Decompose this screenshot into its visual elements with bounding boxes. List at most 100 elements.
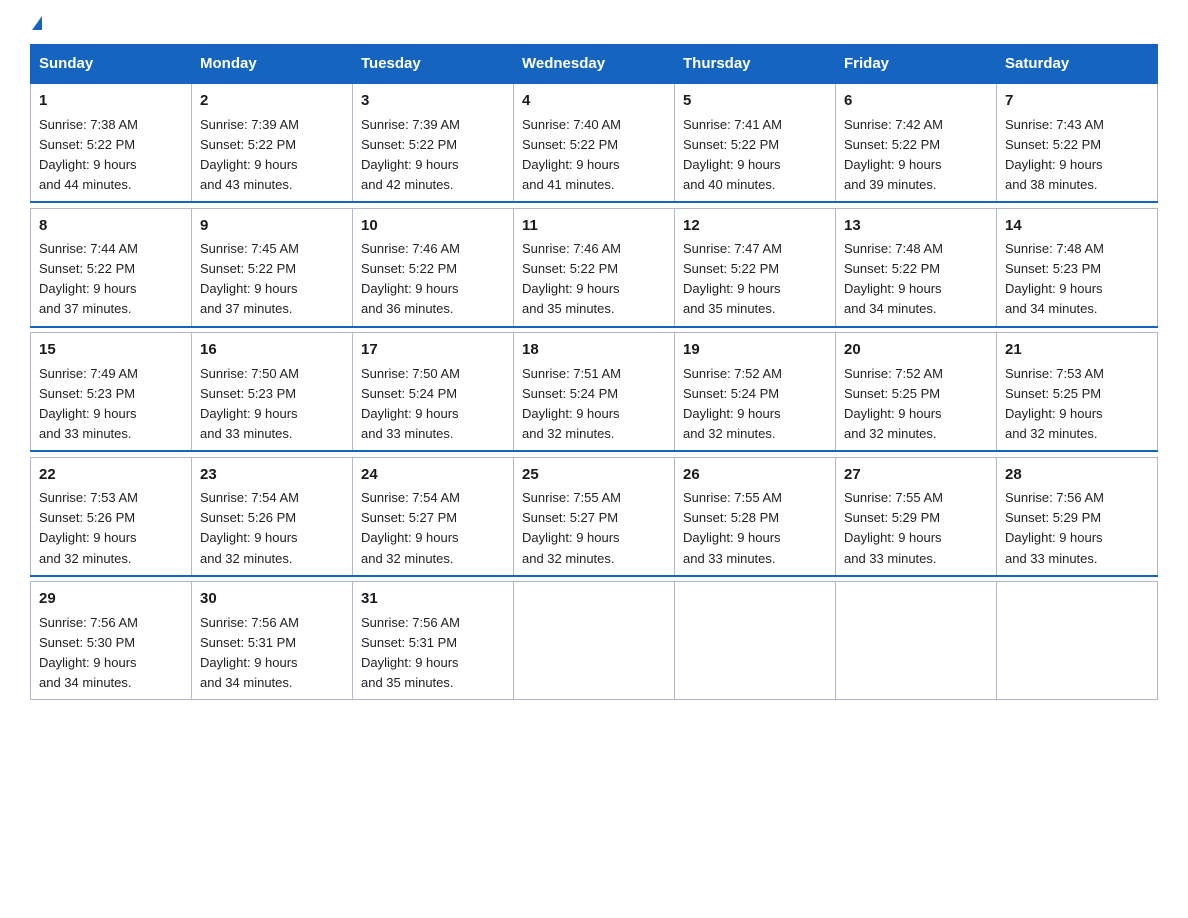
column-header-friday: Friday (836, 45, 997, 84)
day-number: 2 (200, 90, 344, 113)
day-number: 31 (361, 588, 505, 611)
day-info: Sunrise: 7:40 AMSunset: 5:22 PMDaylight:… (522, 115, 666, 196)
calendar-cell: 20Sunrise: 7:52 AMSunset: 5:25 PMDayligh… (836, 333, 997, 452)
day-info: Sunrise: 7:52 AMSunset: 5:25 PMDaylight:… (844, 364, 988, 445)
day-info: Sunrise: 7:56 AMSunset: 5:31 PMDaylight:… (361, 613, 505, 694)
calendar-cell: 22Sunrise: 7:53 AMSunset: 5:26 PMDayligh… (31, 457, 192, 576)
day-info: Sunrise: 7:53 AMSunset: 5:25 PMDaylight:… (1005, 364, 1149, 445)
calendar-cell: 27Sunrise: 7:55 AMSunset: 5:29 PMDayligh… (836, 457, 997, 576)
day-info: Sunrise: 7:55 AMSunset: 5:29 PMDaylight:… (844, 488, 988, 569)
day-info: Sunrise: 7:50 AMSunset: 5:23 PMDaylight:… (200, 364, 344, 445)
day-info: Sunrise: 7:49 AMSunset: 5:23 PMDaylight:… (39, 364, 183, 445)
calendar-cell: 7Sunrise: 7:43 AMSunset: 5:22 PMDaylight… (997, 83, 1158, 202)
day-info: Sunrise: 7:46 AMSunset: 5:22 PMDaylight:… (361, 239, 505, 320)
column-header-monday: Monday (192, 45, 353, 84)
calendar-cell: 23Sunrise: 7:54 AMSunset: 5:26 PMDayligh… (192, 457, 353, 576)
calendar-week-row: 22Sunrise: 7:53 AMSunset: 5:26 PMDayligh… (31, 457, 1158, 576)
calendar-table: SundayMondayTuesdayWednesdayThursdayFrid… (30, 44, 1158, 700)
day-info: Sunrise: 7:52 AMSunset: 5:24 PMDaylight:… (683, 364, 827, 445)
day-info: Sunrise: 7:38 AMSunset: 5:22 PMDaylight:… (39, 115, 183, 196)
day-info: Sunrise: 7:47 AMSunset: 5:22 PMDaylight:… (683, 239, 827, 320)
column-header-wednesday: Wednesday (514, 45, 675, 84)
day-info: Sunrise: 7:44 AMSunset: 5:22 PMDaylight:… (39, 239, 183, 320)
calendar-cell: 14Sunrise: 7:48 AMSunset: 5:23 PMDayligh… (997, 208, 1158, 327)
column-header-tuesday: Tuesday (353, 45, 514, 84)
day-number: 6 (844, 90, 988, 113)
calendar-cell: 26Sunrise: 7:55 AMSunset: 5:28 PMDayligh… (675, 457, 836, 576)
day-number: 25 (522, 464, 666, 487)
calendar-cell: 28Sunrise: 7:56 AMSunset: 5:29 PMDayligh… (997, 457, 1158, 576)
calendar-cell: 11Sunrise: 7:46 AMSunset: 5:22 PMDayligh… (514, 208, 675, 327)
day-number: 13 (844, 215, 988, 238)
calendar-cell: 12Sunrise: 7:47 AMSunset: 5:22 PMDayligh… (675, 208, 836, 327)
calendar-cell: 25Sunrise: 7:55 AMSunset: 5:27 PMDayligh… (514, 457, 675, 576)
day-info: Sunrise: 7:48 AMSunset: 5:23 PMDaylight:… (1005, 239, 1149, 320)
calendar-cell (675, 582, 836, 700)
day-info: Sunrise: 7:51 AMSunset: 5:24 PMDaylight:… (522, 364, 666, 445)
day-info: Sunrise: 7:42 AMSunset: 5:22 PMDaylight:… (844, 115, 988, 196)
day-info: Sunrise: 7:54 AMSunset: 5:27 PMDaylight:… (361, 488, 505, 569)
calendar-cell (997, 582, 1158, 700)
calendar-week-row: 29Sunrise: 7:56 AMSunset: 5:30 PMDayligh… (31, 582, 1158, 700)
day-number: 1 (39, 90, 183, 113)
day-number: 27 (844, 464, 988, 487)
calendar-cell: 17Sunrise: 7:50 AMSunset: 5:24 PMDayligh… (353, 333, 514, 452)
calendar-cell: 16Sunrise: 7:50 AMSunset: 5:23 PMDayligh… (192, 333, 353, 452)
calendar-cell: 13Sunrise: 7:48 AMSunset: 5:22 PMDayligh… (836, 208, 997, 327)
calendar-cell: 1Sunrise: 7:38 AMSunset: 5:22 PMDaylight… (31, 83, 192, 202)
day-info: Sunrise: 7:39 AMSunset: 5:22 PMDaylight:… (361, 115, 505, 196)
day-number: 19 (683, 339, 827, 362)
calendar-week-row: 15Sunrise: 7:49 AMSunset: 5:23 PMDayligh… (31, 333, 1158, 452)
calendar-cell: 5Sunrise: 7:41 AMSunset: 5:22 PMDaylight… (675, 83, 836, 202)
calendar-cell: 24Sunrise: 7:54 AMSunset: 5:27 PMDayligh… (353, 457, 514, 576)
day-number: 15 (39, 339, 183, 362)
page-header (30, 20, 1158, 34)
logo-triangle-icon (32, 16, 42, 30)
day-number: 7 (1005, 90, 1149, 113)
calendar-cell: 6Sunrise: 7:42 AMSunset: 5:22 PMDaylight… (836, 83, 997, 202)
day-info: Sunrise: 7:56 AMSunset: 5:30 PMDaylight:… (39, 613, 183, 694)
day-number: 20 (844, 339, 988, 362)
day-info: Sunrise: 7:46 AMSunset: 5:22 PMDaylight:… (522, 239, 666, 320)
column-header-thursday: Thursday (675, 45, 836, 84)
day-info: Sunrise: 7:53 AMSunset: 5:26 PMDaylight:… (39, 488, 183, 569)
day-info: Sunrise: 7:39 AMSunset: 5:22 PMDaylight:… (200, 115, 344, 196)
day-number: 10 (361, 215, 505, 238)
day-info: Sunrise: 7:55 AMSunset: 5:28 PMDaylight:… (683, 488, 827, 569)
day-number: 26 (683, 464, 827, 487)
calendar-cell: 8Sunrise: 7:44 AMSunset: 5:22 PMDaylight… (31, 208, 192, 327)
calendar-header-row: SundayMondayTuesdayWednesdayThursdayFrid… (31, 45, 1158, 84)
day-info: Sunrise: 7:55 AMSunset: 5:27 PMDaylight:… (522, 488, 666, 569)
column-header-saturday: Saturday (997, 45, 1158, 84)
day-number: 23 (200, 464, 344, 487)
day-number: 24 (361, 464, 505, 487)
calendar-cell: 3Sunrise: 7:39 AMSunset: 5:22 PMDaylight… (353, 83, 514, 202)
day-number: 30 (200, 588, 344, 611)
day-number: 11 (522, 215, 666, 238)
day-number: 18 (522, 339, 666, 362)
calendar-cell: 30Sunrise: 7:56 AMSunset: 5:31 PMDayligh… (192, 582, 353, 700)
calendar-cell: 19Sunrise: 7:52 AMSunset: 5:24 PMDayligh… (675, 333, 836, 452)
day-info: Sunrise: 7:43 AMSunset: 5:22 PMDaylight:… (1005, 115, 1149, 196)
day-number: 21 (1005, 339, 1149, 362)
day-number: 4 (522, 90, 666, 113)
calendar-week-row: 1Sunrise: 7:38 AMSunset: 5:22 PMDaylight… (31, 83, 1158, 202)
column-header-sunday: Sunday (31, 45, 192, 84)
day-number: 22 (39, 464, 183, 487)
day-number: 3 (361, 90, 505, 113)
calendar-cell: 29Sunrise: 7:56 AMSunset: 5:30 PMDayligh… (31, 582, 192, 700)
calendar-cell: 31Sunrise: 7:56 AMSunset: 5:31 PMDayligh… (353, 582, 514, 700)
calendar-cell (836, 582, 997, 700)
day-number: 17 (361, 339, 505, 362)
day-info: Sunrise: 7:56 AMSunset: 5:29 PMDaylight:… (1005, 488, 1149, 569)
logo (30, 20, 42, 34)
day-info: Sunrise: 7:41 AMSunset: 5:22 PMDaylight:… (683, 115, 827, 196)
calendar-cell: 15Sunrise: 7:49 AMSunset: 5:23 PMDayligh… (31, 333, 192, 452)
day-info: Sunrise: 7:50 AMSunset: 5:24 PMDaylight:… (361, 364, 505, 445)
day-number: 5 (683, 90, 827, 113)
calendar-cell: 21Sunrise: 7:53 AMSunset: 5:25 PMDayligh… (997, 333, 1158, 452)
calendar-cell: 10Sunrise: 7:46 AMSunset: 5:22 PMDayligh… (353, 208, 514, 327)
day-info: Sunrise: 7:56 AMSunset: 5:31 PMDaylight:… (200, 613, 344, 694)
day-info: Sunrise: 7:45 AMSunset: 5:22 PMDaylight:… (200, 239, 344, 320)
day-number: 16 (200, 339, 344, 362)
